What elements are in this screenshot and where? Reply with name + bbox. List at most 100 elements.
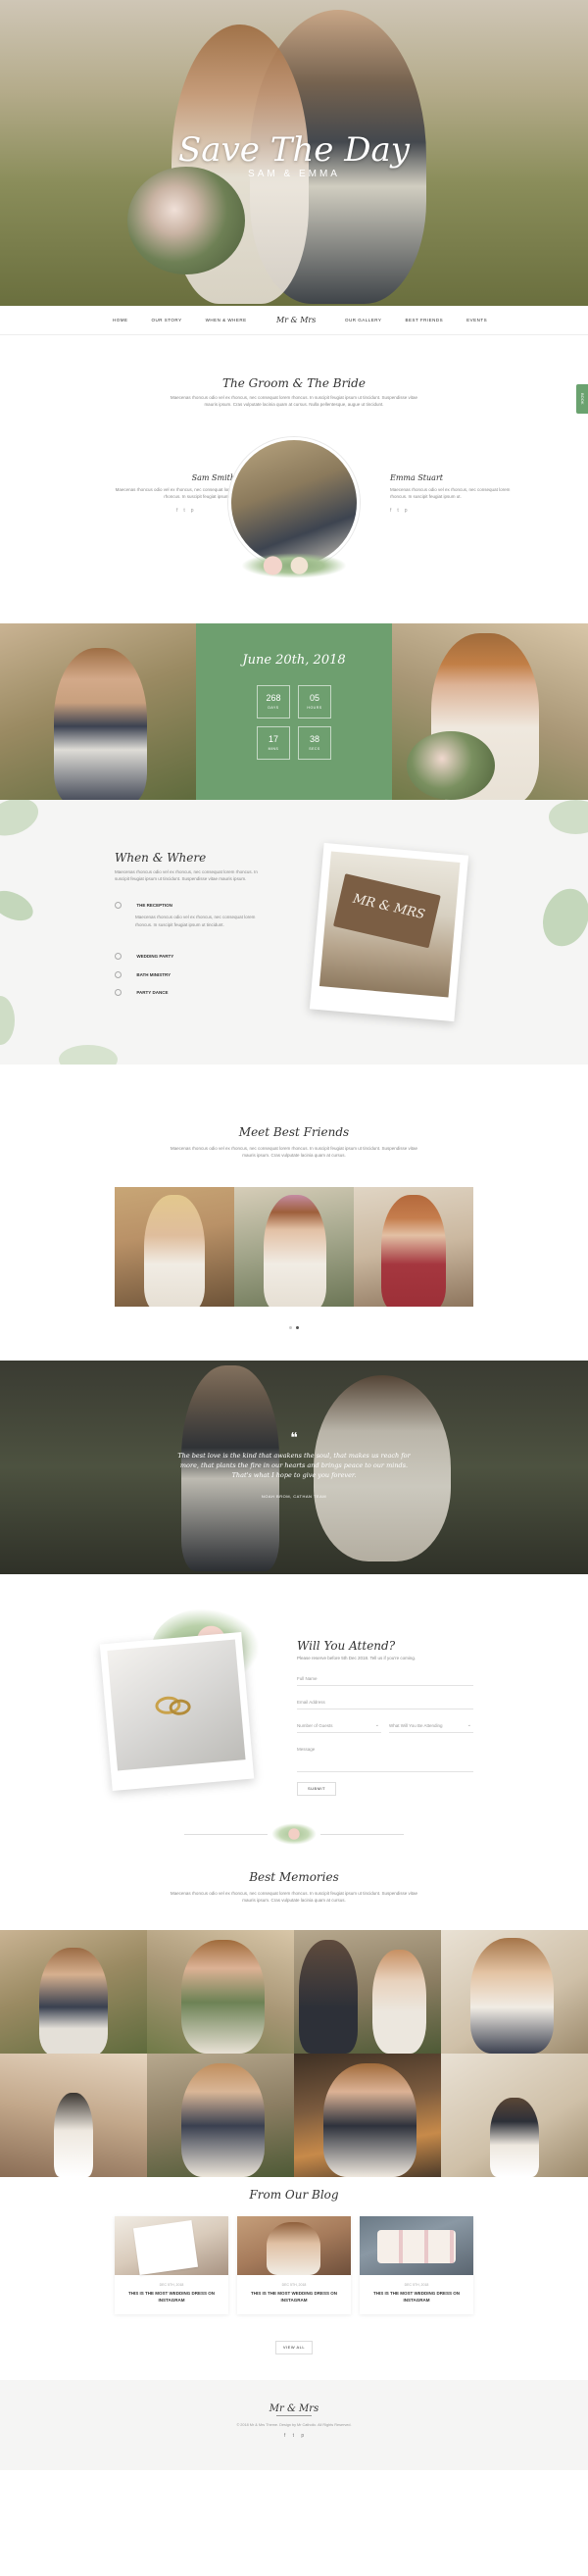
footer-pinterest-icon[interactable]: p [301, 2433, 304, 2439]
footer-facebook-icon[interactable]: f [284, 2433, 285, 2439]
countdown-mins: 17 MINS [257, 726, 290, 760]
blog-date: DEC 5TH, 2018 [159, 2283, 184, 2287]
event-select-value: What Will You Be Attending [389, 1723, 443, 1728]
gallery-photo-4[interactable] [441, 1930, 588, 2054]
countdown-date: June 20th, 2018 [242, 653, 346, 668]
submit-button[interactable]: SUBMIT [297, 1782, 337, 1796]
countdown-days-label: DAYS [268, 705, 279, 710]
name-field-placeholder: Full Name [297, 1676, 318, 1681]
gallery-photo-5[interactable] [0, 2054, 147, 2177]
rsvp-section: Will You Attend? Please reserve before 5… [0, 1574, 588, 1819]
gallery-photo-2[interactable] [147, 1930, 294, 2054]
groom-twitter-icon[interactable]: t [183, 508, 184, 516]
when-where-text: Maecenas rhoncus odio vel ex rhoncus, ne… [115, 869, 258, 882]
bride-pinterest-icon[interactable]: p [405, 508, 408, 516]
chevron-down-icon: ⌄ [374, 1722, 379, 1728]
blog-image [360, 2216, 473, 2275]
countdown-panel: June 20th, 2018 268 DAYS 05 HOURS 17 MIN… [196, 623, 392, 800]
event-name: WEDDING PARTY [136, 953, 174, 959]
quote-author: NOAH BROM, CATHAN TEAM [261, 1494, 327, 1499]
gallery-photo-8[interactable] [441, 2054, 588, 2177]
wedding-party-icon [115, 953, 122, 960]
event-text: Maecenas rhoncus odio vel ex rhoncus, ne… [135, 915, 256, 927]
guests-select[interactable]: Number of Guests ⌄ [297, 1719, 381, 1733]
leaf-decor-left-2 [0, 884, 38, 927]
bride-facebook-icon[interactable]: f [390, 508, 391, 516]
gallery-photo-1[interactable] [0, 1930, 147, 2054]
bride-text: Maecenas rhoncus odio vel ex rhoncus, ne… [390, 487, 511, 500]
event-name: THE RECEPTION [136, 902, 172, 908]
blog-image [115, 2216, 228, 2275]
nav-item-best-friends[interactable]: BEST FRIENDS [405, 318, 443, 324]
ring-icon-2 [168, 1698, 192, 1716]
countdown-mins-label: MINS [268, 746, 279, 751]
blog-post-title[interactable]: THIS IS THE MOST WEDDING DRESS ON INSTAG… [124, 2291, 219, 2304]
carousel-dot-active[interactable] [295, 1326, 299, 1329]
divider-line-left [184, 1834, 268, 1835]
countdown-section: June 20th, 2018 268 DAYS 05 HOURS 17 MIN… [0, 623, 588, 800]
quote-text: The best love is the kind that awakens t… [177, 1452, 411, 1480]
rsvp-polaroid [99, 1631, 255, 1792]
name-field[interactable]: Full Name [297, 1672, 473, 1686]
portrait-floral-decor [241, 553, 347, 578]
when-where-title: When & Where [115, 851, 207, 865]
couple-section: The Groom & The Bride Maecenas rhoncus o… [0, 335, 588, 623]
carousel-dots [0, 1325, 588, 1333]
friend-photo-1[interactable] [115, 1187, 234, 1307]
side-book-tab[interactable]: BOOK [576, 384, 588, 414]
nav-logo[interactable]: Mr & Mrs [276, 315, 316, 326]
blog-title: From Our Blog [249, 2188, 339, 2202]
gallery-photo-7[interactable] [294, 2054, 441, 2177]
gallery-photo-3[interactable] [294, 1930, 441, 2054]
polaroid-photo: MR & MRS [309, 842, 469, 1022]
footer-twitter-icon[interactable]: t [293, 2433, 294, 2439]
blog-card[interactable]: DEC 5TH, 2018 THIS IS THE MOST WEDDING D… [115, 2216, 228, 2314]
leaf-decor-left [0, 800, 44, 843]
countdown-hours: 05 HOURS [298, 685, 331, 718]
blog-card[interactable]: DEC 5TH, 2018 THIS IS THE MOST WEDDING D… [360, 2216, 473, 2314]
groom-photo [0, 623, 196, 800]
countdown-mins-value: 17 [268, 734, 278, 744]
groom-facebook-icon[interactable]: f [176, 508, 177, 516]
groom-text: Maecenas rhoncus odio vel ex rhoncus, ne… [115, 487, 235, 500]
nav-item-home[interactable]: HOME [113, 318, 128, 324]
hero-subtitle: SAM & EMMA [248, 169, 340, 179]
event-item: PARTY DANCE [115, 989, 168, 997]
floral-divider-icon [271, 1823, 317, 1845]
friend-photo-3[interactable] [354, 1187, 473, 1307]
message-field[interactable]: Message [297, 1743, 473, 1772]
carousel-dot[interactable] [289, 1326, 293, 1329]
gallery-photo-6[interactable] [147, 2054, 294, 2177]
couple-intro: Maecenas rhoncus odio vel ex rhoncus, ne… [170, 395, 418, 408]
hero-bouquet [127, 167, 245, 274]
memories-title: Best Memories [249, 1870, 339, 1884]
blog-post-title[interactable]: THIS IS THE MOST WEDDING DRESS ON INSTAG… [247, 2291, 341, 2304]
nav-item-our-gallery[interactable]: OUR GALLERY [345, 318, 381, 324]
footer: Mr & Mrs © 2018 Mr & Mrs Theme. Design b… [0, 2380, 588, 2470]
email-field[interactable]: Email Address [297, 1696, 473, 1709]
blog-date: DEC 5TH, 2018 [281, 2283, 307, 2287]
event-select[interactable]: What Will You Be Attending ⌄ [389, 1719, 473, 1733]
guests-select-value: Number of Guests [297, 1723, 333, 1728]
floral-divider-section [0, 1819, 588, 1849]
countdown-secs-label: SECS [309, 746, 320, 751]
blog-section: From Our Blog DEC 5TH, 2018 THIS IS THE … [0, 2182, 588, 2380]
main-nav: HOME OUR STORY WHEN & WHERE Mr & Mrs OUR… [0, 306, 588, 335]
countdown-days-value: 268 [266, 693, 281, 703]
divider-line-right [320, 1834, 404, 1835]
groom-pinterest-icon[interactable]: p [191, 508, 194, 516]
rsvp-title: Will You Attend? [297, 1639, 396, 1653]
blog-card[interactable]: DEC 5TH, 2018 THIS IS THE MOST WEDDING D… [237, 2216, 351, 2314]
friend-photo-2[interactable] [234, 1187, 354, 1307]
footer-logo[interactable]: Mr & Mrs [0, 2402, 588, 2416]
friends-intro: Maecenas rhoncus odio vel ex rhoncus, ne… [170, 1146, 418, 1159]
nav-item-when-where[interactable]: WHEN & WHERE [206, 318, 247, 324]
nav-item-events[interactable]: EVENTS [466, 318, 487, 324]
friends-title: Meet Best Friends [238, 1125, 350, 1139]
blog-post-title[interactable]: THIS IS THE MOST WEDDING DRESS ON INSTAG… [369, 2291, 464, 2304]
view-all-button[interactable]: VIEW ALL [275, 2341, 313, 2354]
when-where-section: When & Where Maecenas rhoncus odio vel e… [0, 800, 588, 1065]
nav-item-our-story[interactable]: OUR STORY [152, 318, 182, 324]
bride-twitter-icon[interactable]: t [397, 508, 398, 516]
blog-image [237, 2216, 351, 2275]
